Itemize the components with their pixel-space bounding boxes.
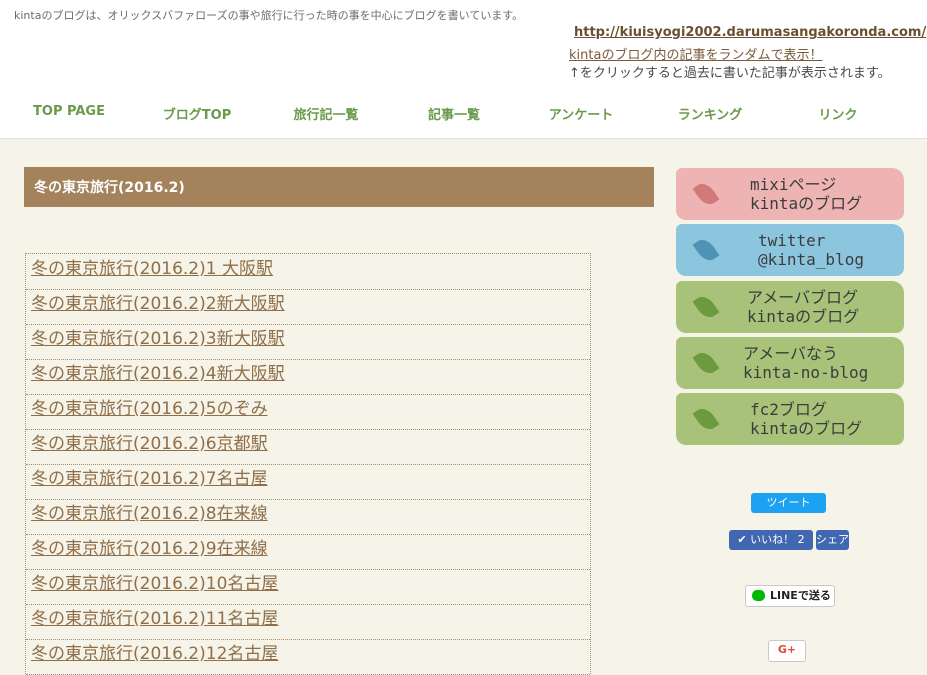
list-item: 冬の東京旅行(2016.2)3新大阪駅 [26, 324, 590, 360]
like-button[interactable]: ✔ いいね！ 2 [729, 530, 813, 550]
ameba-blog-banner[interactable]: アメーバブログ kintaのブログ [676, 281, 904, 333]
list-item: 冬の東京旅行(2016.2)7名古屋 [26, 464, 590, 500]
tweet-button[interactable]: ツイート [751, 493, 826, 513]
banner-text: アメーバブログ kintaのブログ [747, 288, 859, 326]
line-share-button[interactable]: LINEで送る [745, 585, 835, 607]
like-label: ✔ いいね！ 2 [737, 533, 805, 546]
nav-travel-list[interactable]: 旅行記一覧 [293, 104, 358, 123]
nav-blog-top[interactable]: ブログTOP [163, 104, 231, 123]
article-list: 冬の東京旅行(2016.2)1 大阪駅 冬の東京旅行(2016.2)2新大阪駅 … [25, 253, 591, 675]
article-link[interactable]: 冬の東京旅行(2016.2)9在来線 [31, 534, 268, 559]
banner-line2: @kinta_blog [758, 250, 864, 269]
article-link[interactable]: 冬の東京旅行(2016.2)1 大阪駅 [31, 254, 273, 279]
page-title: 冬の東京旅行(2016.2) [34, 180, 185, 196]
gplus-label: G+ [777, 643, 797, 656]
category-title-bar: 冬の東京旅行(2016.2) [24, 167, 654, 207]
banner-text: mixiページ kintaのブログ [750, 175, 862, 213]
banner-text: twitter @kinta_blog [758, 231, 864, 269]
banner-line2: kinta-no-blog [743, 363, 869, 382]
nav-links[interactable]: リンク [818, 104, 857, 123]
banner-text: fc2ブログ kintaのブログ [750, 400, 862, 438]
article-link[interactable]: 冬の東京旅行(2016.2)3新大阪駅 [31, 324, 285, 349]
article-link[interactable]: 冬の東京旅行(2016.2)7名古屋 [31, 464, 268, 489]
tweet-label: ツイート [766, 496, 811, 509]
banner-line1: アメーバブログ [747, 288, 859, 307]
site-header: kintaのブログは、オリックスバファローズの事や旅行に行った時の事を中心にブロ… [0, 0, 927, 139]
line-icon [752, 590, 765, 601]
random-link-hint: ↑をクリックすると過去に書いた記事が表示されます。 [569, 66, 891, 81]
list-item: 冬の東京旅行(2016.2)4新大阪駅 [26, 359, 590, 395]
banner-line2: kintaのブログ [750, 194, 863, 213]
article-link[interactable]: 冬の東京旅行(2016.2)8在来線 [31, 499, 268, 524]
fc2-blog-banner[interactable]: fc2ブログ kintaのブログ [676, 393, 904, 445]
google-plus-button[interactable]: G+ [768, 640, 806, 662]
site-tagline: kintaのブログは、オリックスバファローズの事や旅行に行った時の事を中心にブロ… [14, 9, 524, 22]
article-link[interactable]: 冬の東京旅行(2016.2)4新大阪駅 [31, 359, 285, 384]
banner-line2: kintaのブログ [750, 419, 863, 438]
article-link[interactable]: 冬の東京旅行(2016.2)6京都駅 [31, 429, 268, 454]
twitter-banner[interactable]: twitter @kinta_blog [676, 224, 904, 276]
banner-line2: kintaのブログ [747, 307, 860, 326]
list-item: 冬の東京旅行(2016.2)1 大阪駅 [26, 254, 590, 290]
leaf-icon [692, 179, 720, 209]
list-item: 冬の東京旅行(2016.2)10名古屋 [26, 569, 590, 605]
article-link[interactable]: 冬の東京旅行(2016.2)12名古屋 [31, 639, 278, 664]
leaf-icon [692, 348, 720, 378]
list-item: 冬の東京旅行(2016.2)6京都駅 [26, 429, 590, 465]
site-url-link[interactable]: http://kiuisyogi2002.darumasangakoronda.… [574, 25, 926, 40]
mixi-banner[interactable]: mixiページ kintaのブログ [676, 168, 904, 220]
line-label: LINEで送る [770, 589, 831, 602]
list-item: 冬の東京旅行(2016.2)2新大阪駅 [26, 289, 590, 325]
ameba-now-banner[interactable]: アメーバなう kinta-no-blog [676, 337, 904, 389]
article-link[interactable]: 冬の東京旅行(2016.2)2新大阪駅 [31, 289, 285, 314]
leaf-icon [692, 404, 720, 434]
article-link[interactable]: 冬の東京旅行(2016.2)5のぞみ [31, 394, 268, 419]
leaf-icon [692, 235, 720, 265]
banner-line1: アメーバなう [743, 344, 839, 363]
article-link[interactable]: 冬の東京旅行(2016.2)11名古屋 [31, 604, 278, 629]
banner-line1: twitter [758, 231, 826, 250]
nav-article-list[interactable]: 記事一覧 [428, 104, 480, 123]
leaf-icon [692, 292, 720, 322]
nav-ranking[interactable]: ランキング [678, 104, 743, 123]
banner-line1: mixiページ [750, 175, 837, 194]
nav-top-page[interactable]: TOP PAGE [33, 104, 105, 119]
nav-survey[interactable]: アンケート [549, 104, 613, 123]
banner-text: アメーバなう kinta-no-blog [743, 344, 868, 382]
article-link[interactable]: 冬の東京旅行(2016.2)10名古屋 [31, 569, 278, 594]
list-item: 冬の東京旅行(2016.2)12名古屋 [26, 639, 590, 675]
list-item: 冬の東京旅行(2016.2)8在来線 [26, 499, 590, 535]
list-item: 冬の東京旅行(2016.2)11名古屋 [26, 604, 590, 640]
banner-line1: fc2ブログ [750, 400, 827, 419]
list-item: 冬の東京旅行(2016.2)5のぞみ [26, 394, 590, 430]
share-label: シェア [816, 533, 849, 546]
list-item: 冬の東京旅行(2016.2)9在来線 [26, 534, 590, 570]
main-nav: TOP PAGE ブログTOP 旅行記一覧 記事一覧 アンケート ランキング リ… [0, 104, 927, 126]
random-article-link[interactable]: kintaのブログ内の記事をランダムで表示！ [569, 44, 822, 63]
share-button[interactable]: シェア [816, 530, 849, 550]
